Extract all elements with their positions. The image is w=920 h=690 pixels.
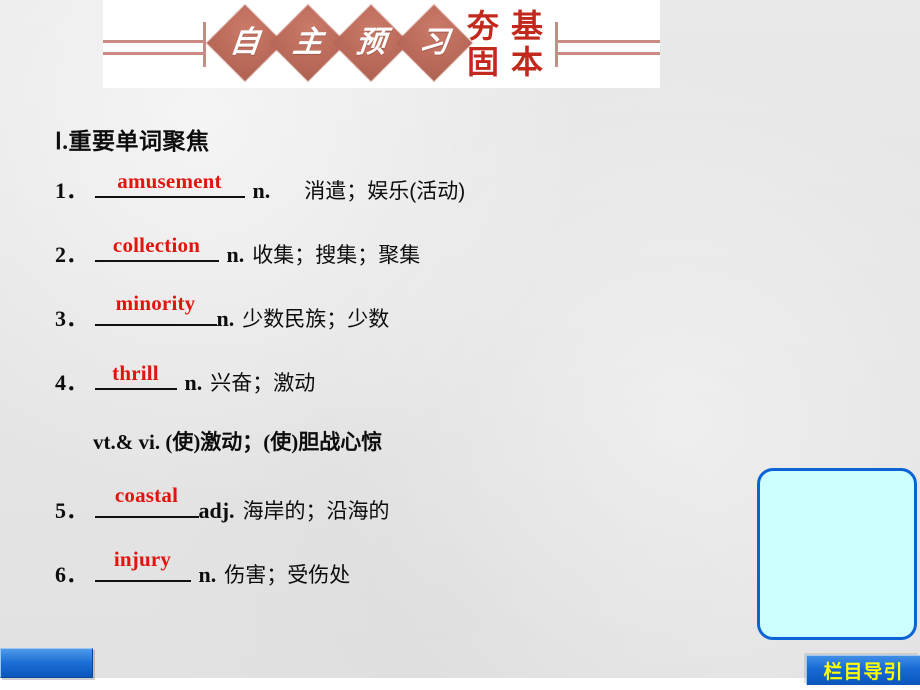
- banner-subtitle-char-3: 固: [466, 44, 499, 80]
- answer-text: minority: [115, 291, 196, 315]
- banner-character-3: 预: [354, 26, 388, 59]
- item-number: 5．: [55, 498, 89, 523]
- part-of-speech: n.: [216, 306, 235, 331]
- item-meaning: 伤害；受伤处: [224, 564, 351, 587]
- slide-root: 自 主 预 习 夯 基 固 本 Ⅰ.重要单词聚焦 1． amusement n.…: [0, 0, 920, 690]
- banner-tick-left: [203, 22, 206, 67]
- item-meaning: 兴奋；激动: [210, 372, 316, 395]
- answer-blank: collection: [94, 233, 219, 262]
- vocab-item-2: 2． collection n. 收集；搜集；聚集: [55, 233, 775, 298]
- vocab-item-1: 1． amusement n. 消遣；娱乐(活动): [55, 169, 775, 234]
- answer-text: amusement: [117, 169, 222, 193]
- column-guide-button[interactable]: 栏目导引: [806, 655, 920, 685]
- item-meaning: 消遣；娱乐(活动): [304, 180, 466, 203]
- answer-blank: amusement: [94, 169, 245, 198]
- answer-blank: minority: [94, 291, 217, 326]
- column-guide-button-label: 栏目导引: [823, 662, 904, 683]
- banner-rule-right: [558, 40, 660, 55]
- item-meaning: 少数民族；少数: [242, 308, 390, 331]
- vocab-item-5: 5． coastal adj. 海岸的；沿海的: [55, 483, 775, 554]
- answer-text: coastal: [114, 483, 179, 507]
- header-banner-inner: 自 主 预 习 夯 基 固 本: [103, 0, 660, 88]
- banner-character-4: 习: [417, 26, 451, 59]
- side-callout-box[interactable]: [757, 468, 917, 640]
- banner-character-1: 自: [228, 26, 262, 59]
- vocab-item-6: 6． injury n. 伤害；受伤处: [55, 547, 775, 618]
- item-meaning: 海岸的；沿海的: [242, 500, 390, 523]
- content-area: Ⅰ.重要单词聚焦 1． amusement n. 消遣；娱乐(活动) 2． col…: [55, 122, 775, 618]
- banner-subtitle-char-1: 夯: [466, 8, 499, 44]
- item-number: 2．: [55, 242, 89, 267]
- item-meaning: 收集；搜集；聚集: [252, 244, 421, 267]
- bottom-left-button[interactable]: [0, 648, 93, 678]
- part-of-speech: n.: [226, 242, 245, 267]
- item-number: 3．: [55, 306, 89, 331]
- answer-blank: injury: [94, 547, 191, 582]
- part-of-speech: n.: [184, 370, 203, 395]
- answer-blank: coastal: [94, 483, 199, 518]
- item-number: 1．: [55, 178, 89, 203]
- answer-blank: thrill: [94, 361, 177, 390]
- header-banner: 自 主 预 习 夯 基 固 本: [103, 0, 660, 88]
- banner-rule-left: [103, 40, 205, 55]
- item-number: 6．: [55, 562, 89, 587]
- item-number: 4．: [55, 370, 89, 395]
- part-of-speech: n.: [252, 178, 271, 203]
- part-of-speech: n.: [198, 562, 217, 587]
- banner-subtitle-block: 夯 基 固 本: [461, 8, 549, 80]
- answer-text: thrill: [112, 361, 159, 385]
- vocab-item-4-sub-line: vt.& vi. (使)激动；(使)胆战心惊: [93, 430, 383, 454]
- banner-diamond-row: 自 主 预 习: [206, 4, 473, 82]
- answer-text: collection: [112, 233, 201, 257]
- vocab-item-4: 4． thrill n. 兴奋；激动: [55, 361, 775, 426]
- part-of-speech: adj.: [198, 498, 235, 523]
- banner-character-2: 主: [291, 26, 325, 59]
- answer-text: injury: [113, 547, 172, 571]
- vocab-item-3: 3． minority n. 少数民族；少数: [55, 291, 775, 362]
- banner-subtitle-char-4: 本: [510, 44, 543, 80]
- section-title: Ⅰ.重要单词聚焦: [55, 129, 210, 154]
- banner-diamond-4: 习: [395, 4, 473, 82]
- banner-subtitle-char-2: 基: [510, 8, 543, 44]
